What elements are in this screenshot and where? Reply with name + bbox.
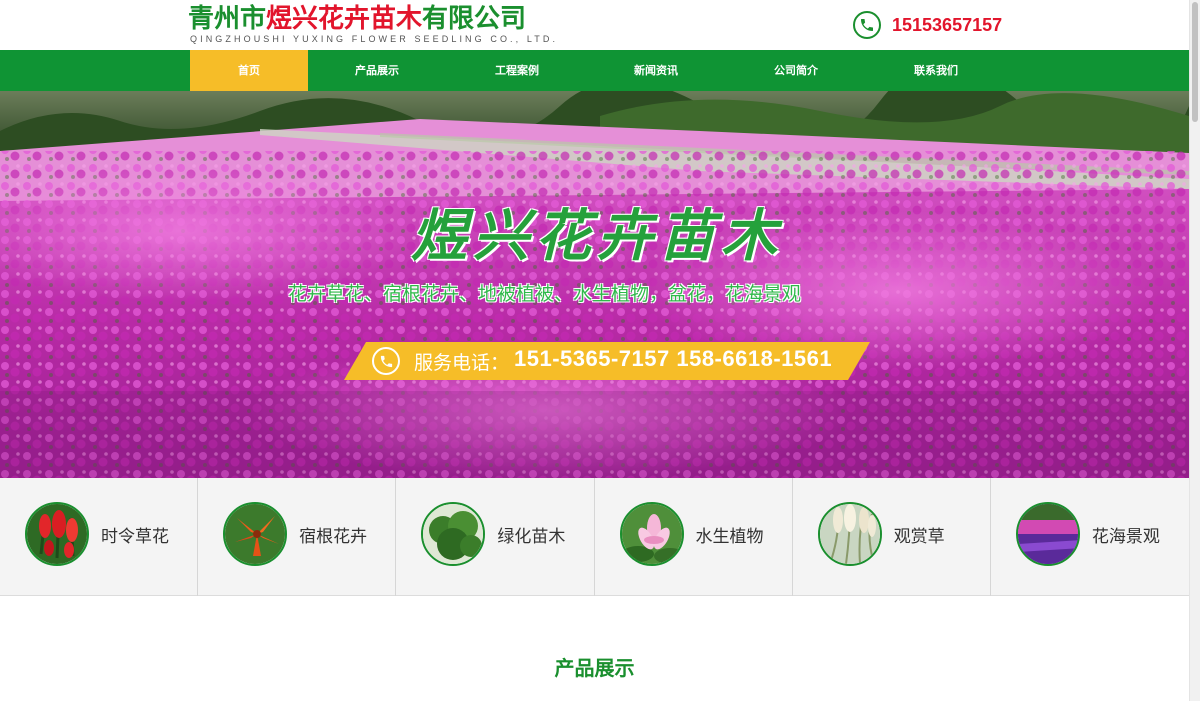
hero-banner[interactable]: 煜兴花卉苗木 花卉草花、宿根花卉、地被植被、水生植物，盆花，花海景观 服务电话：…: [0, 91, 1189, 478]
lotus-flower-icon: [619, 502, 684, 566]
company-name-suffix: 有限公司: [422, 4, 527, 34]
phone-icon: [372, 347, 400, 375]
banner-slogan: 煜兴花卉苗木 花卉草花、宿根花卉、地被植被、水生植物，盆花，花海景观 服务电话：…: [0, 91, 1189, 478]
site-header: 青州市煜兴花卉苗木有限公司 QINGZHOUSHI YUXING FLOWER …: [0, 0, 1189, 50]
category-label: 花海景观: [1091, 527, 1160, 547]
scrollbar-thumb[interactable]: [1192, 2, 1198, 122]
hotline-numbers: 151-5365-7157 158-6618-1561: [514, 346, 833, 371]
nav-item-projects[interactable]: 工程案例: [458, 50, 576, 91]
main-nav: 首页 产品展示 工程案例 新闻资讯 公司简介 联系我们: [0, 50, 1189, 91]
company-name-en: QINGZHOUSHI YUXING FLOWER SEEDLING CO., …: [190, 34, 559, 44]
category-landscape-seedlings[interactable]: 绿化苗木: [396, 478, 595, 596]
nav-item-news[interactable]: 新闻资讯: [597, 50, 715, 91]
green-shrub-icon: [421, 502, 486, 566]
category-perennial-flowers[interactable]: 宿根花卉: [198, 478, 397, 596]
banner-title: 煜兴花卉苗木: [411, 203, 783, 269]
header-phone[interactable]: 15153657157: [853, 10, 1002, 40]
page-scrollbar[interactable]: [1189, 0, 1200, 701]
category-label: 观赏草: [893, 527, 945, 547]
category-label: 绿化苗木: [497, 527, 566, 547]
nav-item-contact[interactable]: 联系我们: [877, 50, 995, 91]
company-name-prefix: 青州市: [188, 4, 267, 34]
category-label: 宿根花卉: [299, 527, 368, 547]
category-strip: 时令草花 宿根花卉 绿化苗木 水生植物 观赏草 花海景观: [0, 478, 1189, 596]
company-logo[interactable]: 青州市煜兴花卉苗木有限公司 QINGZHOUSHI YUXING FLOWER …: [188, 4, 555, 46]
hotline-ribbon[interactable]: 服务电话： 151-5365-7157 158-6618-1561: [344, 342, 870, 380]
nav-item-products[interactable]: 产品展示: [318, 50, 436, 91]
category-label: 水生植物: [695, 527, 764, 547]
phone-icon: [853, 11, 881, 39]
nav-item-home[interactable]: 首页: [190, 50, 308, 91]
hotline-label: 服务电话：: [414, 352, 510, 374]
header-phone-number: 15153657157: [892, 14, 1003, 35]
category-label: 时令草花: [101, 527, 169, 547]
company-name-mid: 煜兴花卉苗木: [266, 4, 423, 34]
banner-subtitle: 花卉草花、宿根花卉、地被植被、水生植物，盆花，花海景观: [288, 283, 802, 305]
category-flower-sea-landscape[interactable]: 花海景观: [991, 478, 1189, 596]
pampas-grass-icon: [817, 502, 882, 566]
red-salvia-flower-icon: [25, 502, 89, 566]
products-section-title: 产品展示: [554, 656, 635, 680]
purple-flower-field-icon: [1015, 502, 1080, 566]
nav-item-about[interactable]: 公司简介: [737, 50, 855, 91]
company-name: 青州市煜兴花卉苗木有限公司: [188, 4, 526, 34]
category-seasonal-flowers[interactable]: 时令草花: [0, 478, 199, 596]
category-ornamental-grass[interactable]: 观赏草: [793, 478, 991, 596]
category-aquatic-plants[interactable]: 水生植物: [595, 478, 793, 596]
orange-lily-flower-icon: [223, 502, 288, 566]
